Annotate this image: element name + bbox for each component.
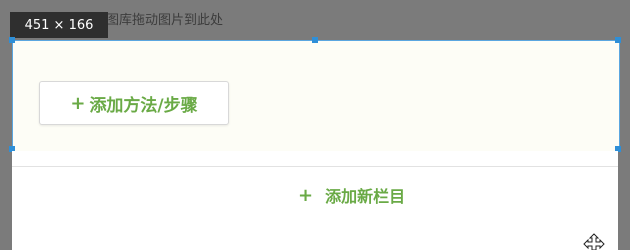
content-area [12,221,618,250]
resize-handle-top-right[interactable] [615,37,621,43]
panel-gap [12,151,618,166]
move-cursor-icon [583,233,605,250]
image-drop-panel[interactable]: + 添加方法/步骤 [12,40,620,152]
plus-icon: + [298,184,314,206]
add-column-section: + 添加新栏目 [12,166,618,222]
add-column-label: 添加新栏目 [325,187,406,206]
add-step-label: 添加方法/步骤 [89,95,198,116]
add-column-button[interactable]: + 添加新栏目 [298,183,405,207]
plus-icon: + [70,92,86,114]
resize-handle-top-middle[interactable] [312,37,318,43]
add-step-button[interactable]: + 添加方法/步骤 [39,81,229,125]
resize-handle-top-left[interactable] [9,37,15,43]
dimension-badge: 451 × 166 [10,12,108,38]
